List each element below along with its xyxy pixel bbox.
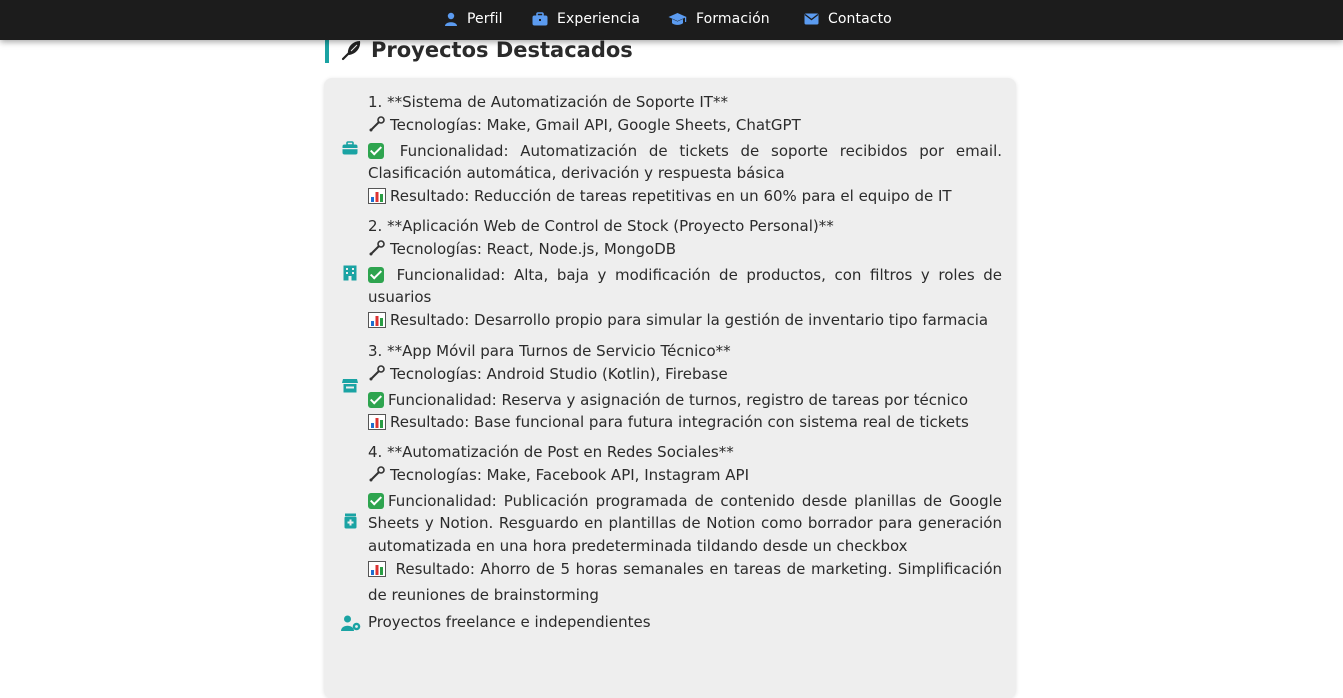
check-icon — [368, 266, 384, 283]
project-title: 3. **App Móvil para Turnos de Servicio T… — [368, 342, 731, 360]
medical-bag-icon — [341, 512, 359, 530]
briefcase-icon — [532, 12, 548, 26]
envelope-icon — [804, 13, 819, 25]
check-icon — [368, 142, 384, 159]
section-title-text: Proyectos Destacados — [371, 37, 633, 62]
feather-icon — [339, 37, 365, 63]
nav-item-formacion[interactable]: Formación — [668, 0, 770, 38]
user-gear-icon — [341, 614, 361, 632]
bar-chart-icon — [368, 312, 386, 335]
project-result: Resultado: Base funcional para futura in… — [390, 413, 969, 432]
bar-chart-icon — [368, 560, 386, 584]
project-func-line: Funcionalidad: Automatización de tickets… — [368, 140, 1002, 186]
nav-item-label: Contacto — [828, 11, 892, 27]
bar-chart-icon — [368, 188, 386, 211]
user-icon — [444, 12, 458, 26]
wrench-icon — [368, 465, 386, 490]
project-tech-line: Tecnologías: React, Node.js, MongoDB — [368, 238, 1002, 264]
nav-item-experiencia[interactable]: Experiencia — [532, 0, 640, 38]
wrench-icon — [368, 115, 386, 140]
project-result-line: Resultado: Reducción de tareas repetitiv… — [368, 185, 1002, 211]
project-tech: Tecnologías: Android Studio (Kotlin), Fi… — [390, 364, 728, 383]
nav-item-label: Perfil — [467, 11, 503, 27]
project-func-line: Funcionalidad: Publicación programada de… — [368, 490, 1002, 558]
building-icon — [341, 264, 359, 282]
project-func: Funcionalidad: Publicación programada de… — [368, 491, 1002, 556]
project-tech-line: Tecnologías: Make, Gmail API, Google She… — [368, 114, 1002, 140]
project-func: Funcionalidad: Automatización de tickets… — [368, 141, 1002, 183]
project-title: 4. **Automatización de Post en Redes Soc… — [368, 443, 734, 461]
project-entry-3: 3. **App Móvil para Turnos de Servicio T… — [368, 340, 1002, 437]
project-result: Resultado: Reducción de tareas repetitiv… — [390, 187, 952, 206]
wrench-icon — [368, 364, 386, 389]
project-func-line: Funcionalidad: Reserva y asignación de t… — [368, 389, 1002, 412]
project-result-line: Resultado: Desarrollo propio para simula… — [368, 309, 1002, 335]
project-tech: Tecnologías: Make, Gmail API, Google She… — [390, 115, 801, 134]
freelance-entry: Proyectos freelance e independientes — [368, 611, 1002, 634]
freelance-label: Proyectos freelance e independientes — [368, 613, 651, 631]
bar-chart-icon — [368, 414, 386, 437]
project-result-line: Resultado: Ahorro de 5 horas semanales e… — [368, 558, 1002, 607]
briefcase-icon — [341, 139, 359, 157]
nav-item-perfil[interactable]: Perfil — [444, 0, 503, 38]
project-result: Resultado: Ahorro de 5 horas semanales e… — [368, 559, 1002, 604]
nav-item-label: Experiencia — [557, 11, 641, 27]
project-tech: Tecnologías: Make, Facebook API, Instagr… — [390, 465, 750, 484]
projects-card: 1. **Sistema de Automatización de Soport… — [324, 78, 1016, 698]
project-entry-1: 1. **Sistema de Automatización de Soport… — [368, 91, 1002, 211]
check-icon — [368, 391, 384, 408]
project-entry-2: 2. **Aplicación Web de Control de Stock … — [368, 215, 1002, 335]
nav-item-contacto[interactable]: Contacto — [804, 0, 892, 38]
project-tech: Tecnologías: React, Node.js, MongoDB — [390, 239, 677, 258]
project-func-line: Funcionalidad: Alta, baja y modificación… — [368, 264, 1002, 310]
wrench-icon — [368, 239, 386, 264]
project-result: Resultado: Desarrollo propio para simula… — [390, 311, 989, 330]
graduation-cap-icon — [668, 12, 687, 26]
nav-item-label: Formación — [696, 11, 770, 27]
check-icon — [368, 492, 384, 509]
section-title: Proyectos Destacados — [325, 36, 633, 63]
store-icon — [341, 376, 359, 394]
project-entry-4: 4. **Automatización de Post en Redes Soc… — [368, 441, 1002, 607]
project-result-line: Resultado: Base funcional para futura in… — [368, 411, 1002, 437]
project-title: 2. **Aplicación Web de Control de Stock … — [368, 217, 834, 235]
top-navbar: Perfil Experiencia Formación Contacto — [0, 0, 1343, 40]
project-tech-line: Tecnologías: Android Studio (Kotlin), Fi… — [368, 363, 1002, 389]
project-func: Funcionalidad: Reserva y asignación de t… — [388, 390, 969, 409]
project-func: Funcionalidad: Alta, baja y modificación… — [368, 265, 1002, 307]
project-tech-line: Tecnologías: Make, Facebook API, Instagr… — [368, 464, 1002, 490]
project-title: 1. **Sistema de Automatización de Soport… — [368, 93, 728, 111]
